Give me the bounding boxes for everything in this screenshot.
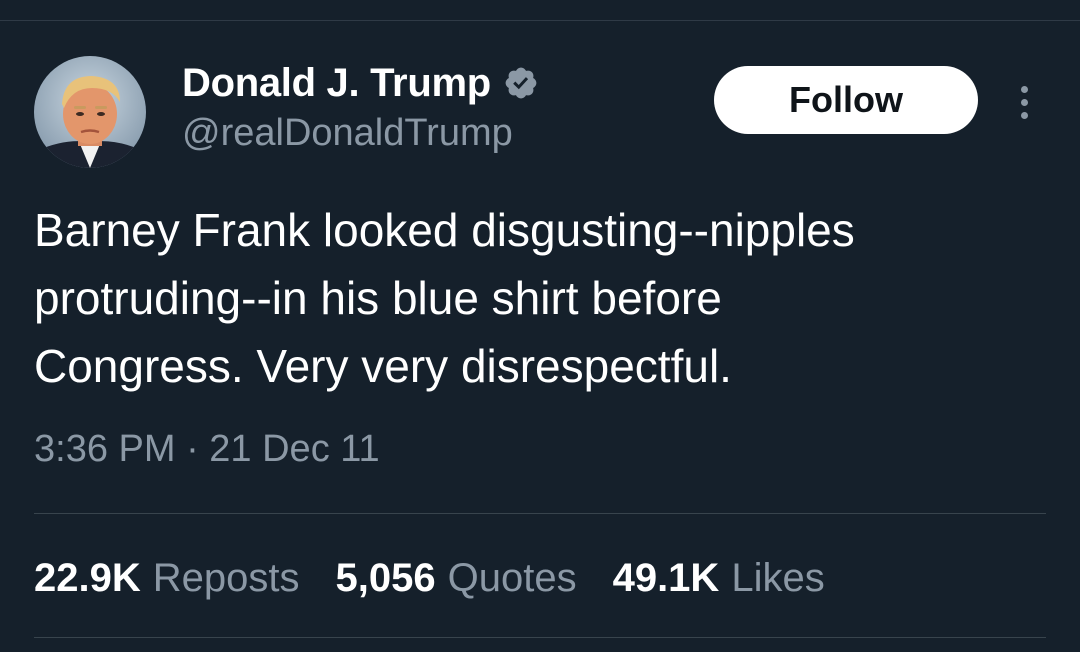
likes-stat[interactable]: 49.1K Likes: [613, 556, 825, 601]
quotes-label: Quotes: [447, 556, 577, 600]
quotes-count: 5,056: [335, 556, 436, 600]
verified-badge-icon[interactable]: [503, 65, 539, 101]
author-info: Donald J. Trump @realDonaldTrump: [182, 60, 539, 155]
more-dot: [1020, 111, 1028, 119]
likes-count: 49.1K: [612, 556, 720, 600]
more-vertical-icon[interactable]: [1006, 78, 1042, 126]
likes-label: Likes: [731, 556, 825, 600]
reposts-label: Reposts: [152, 556, 300, 600]
reposts-stat[interactable]: 22.9K Reposts: [34, 556, 300, 601]
more-dot: [1020, 98, 1028, 106]
name-row: Donald J. Trump: [182, 60, 539, 106]
top-divider: [0, 20, 1080, 21]
tweet-text: Barney Frank looked disgusting--nipples …: [34, 204, 855, 392]
follow-button[interactable]: Follow: [714, 66, 978, 134]
avatar[interactable]: [34, 56, 146, 168]
reposts-count: 22.9K: [34, 556, 141, 600]
user-handle[interactable]: @realDonaldTrump: [182, 112, 539, 155]
avatar-image: [34, 56, 146, 168]
tweet-timestamp[interactable]: 3:36 PM · 21 Dec 11: [34, 428, 380, 471]
quotes-stat[interactable]: 5,056 Quotes: [336, 556, 577, 601]
display-name[interactable]: Donald J. Trump: [182, 61, 491, 106]
engagement-stats: 22.9K Reposts 5,056 Quotes 49.1K Likes: [34, 556, 861, 601]
divider: [34, 513, 1046, 514]
tweet-header: Donald J. Trump @realDonaldTrump Follow: [34, 56, 1046, 176]
more-dot: [1020, 85, 1028, 93]
divider: [34, 637, 1046, 638]
